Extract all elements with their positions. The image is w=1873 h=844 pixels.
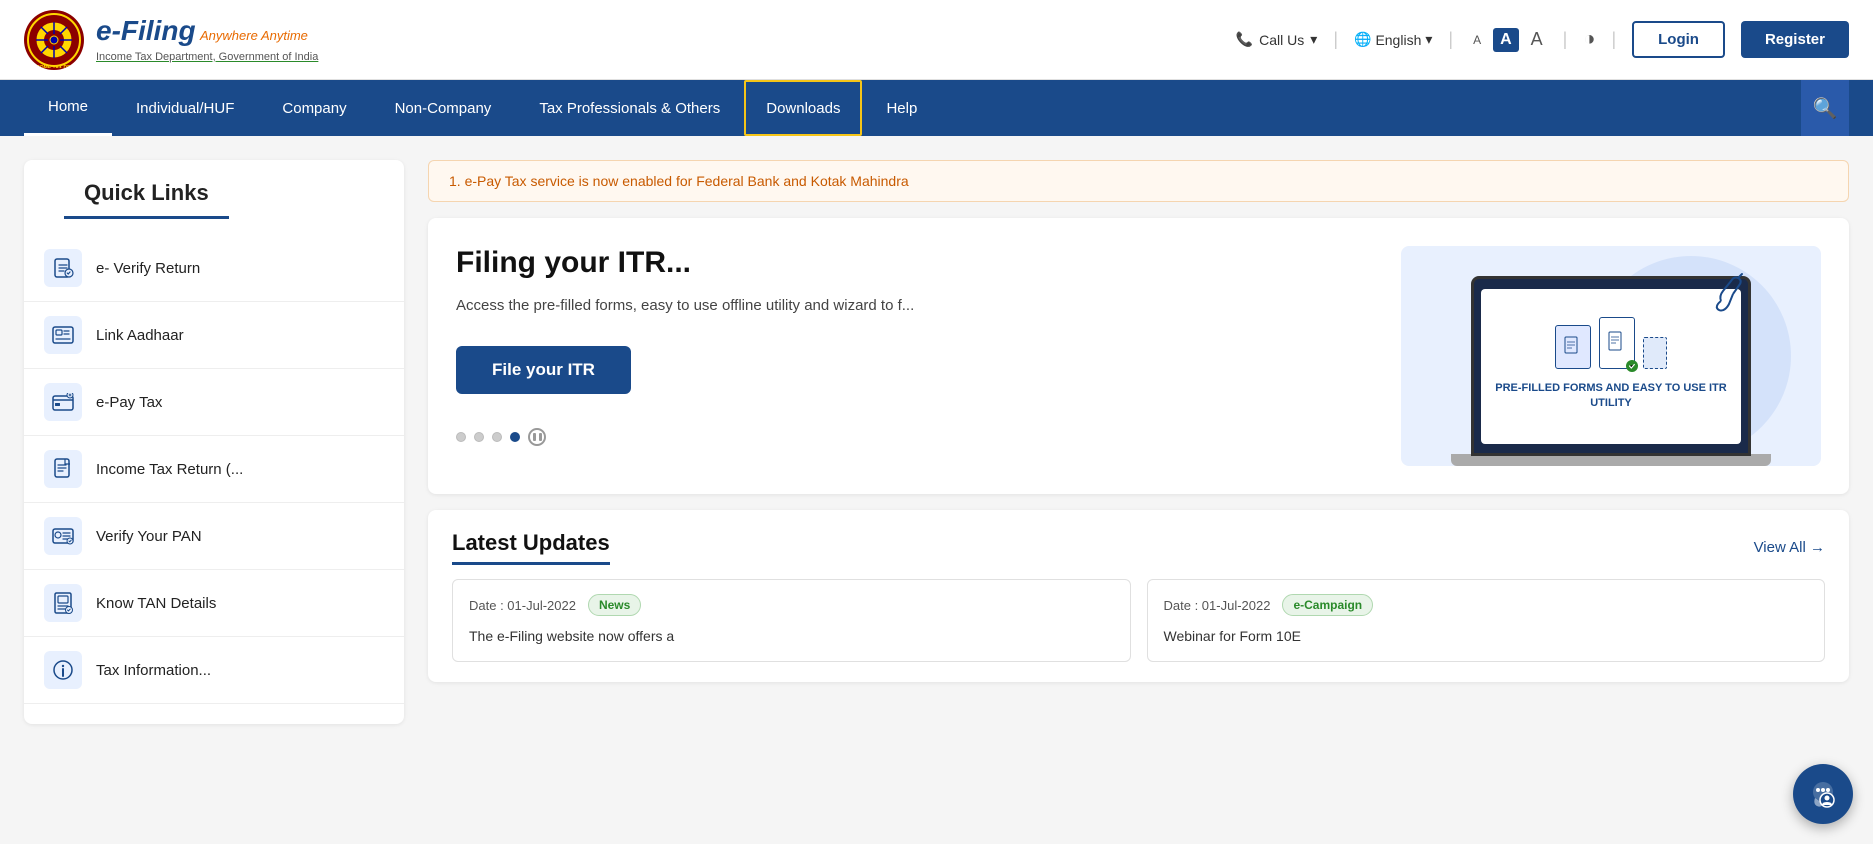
hero-title: Filing your ITR... [456, 246, 1381, 280]
alert-banner: 1. e-Pay Tax service is now enabled for … [428, 160, 1849, 202]
logo-efiling: e-Filing Anywhere Anytime Income Tax Dep… [96, 15, 318, 65]
header: INCOME TAX DEPT e-Filing Anywhere Anytim… [0, 0, 1873, 80]
quick-link-itr[interactable]: Income Tax Return (... [24, 436, 404, 503]
updates-cards: Date : 01-Jul-2022 News The e-Filing web… [452, 579, 1825, 662]
nav-item-downloads[interactable]: Downloads [744, 80, 862, 136]
update-card-2: Date : 01-Jul-2022 e-Campaign Webinar fo… [1147, 579, 1826, 662]
nav-item-tax-professionals[interactable]: Tax Professionals & Others [515, 80, 744, 136]
carousel-dot-4[interactable] [510, 432, 520, 442]
quick-link-label: Know TAN Details [96, 595, 216, 612]
main-content: Quick Links e- Verify Return [0, 136, 1873, 748]
phone-icon: 📞 [1236, 31, 1253, 48]
logo-subtitle: Income Tax Department, Government of Ind… [96, 51, 318, 63]
alert-text: 1. e-Pay Tax service is now enabled for … [449, 173, 909, 189]
update-badge-2: e-Campaign [1282, 594, 1373, 616]
nav-item-non-company[interactable]: Non-Company [371, 80, 516, 136]
hero-description: Access the pre-filled forms, easy to use… [456, 294, 1381, 318]
font-controls: A A A [1469, 27, 1547, 52]
update-date-1: Date : 01-Jul-2022 [469, 598, 576, 613]
epay-icon [44, 383, 82, 421]
nav-item-home[interactable]: Home [24, 80, 112, 136]
updates-section: Latest Updates View All → Date : 01-Jul-… [428, 510, 1849, 682]
quick-links-title: Quick Links [64, 180, 229, 219]
logo-text-area: e-Filing Anywhere Anytime Income Tax Dep… [96, 15, 318, 65]
quick-link-aadhaar[interactable]: Link Aadhaar [24, 302, 404, 369]
update-card-1-header: Date : 01-Jul-2022 News [469, 594, 1114, 616]
laptop-illustration: PRE-FILLED FORMS AND EASY TO USE ITR UTI… [1431, 246, 1791, 466]
update-badge-1: News [588, 594, 641, 616]
separator2: | [1448, 29, 1453, 50]
quick-link-label: e-Pay Tax [96, 394, 162, 411]
updates-title: Latest Updates [452, 530, 610, 565]
right-panel: 1. e-Pay Tax service is now enabled for … [428, 160, 1849, 724]
hero-image: PRE-FILLED FORMS AND EASY TO USE ITR UTI… [1401, 246, 1821, 466]
verify-return-icon [44, 249, 82, 287]
quick-link-verify-return[interactable]: e- Verify Return [24, 235, 404, 302]
nav-items: Home Individual/HUF Company Non-Company … [24, 80, 1801, 136]
screen-label: PRE-FILLED FORMS AND EASY TO USE ITR UTI… [1481, 377, 1741, 416]
quick-link-epay[interactable]: e-Pay Tax [24, 369, 404, 436]
quick-link-label: Verify Your PAN [96, 528, 202, 545]
carousel-pause-button[interactable] [528, 428, 546, 446]
update-text-1: The e-Filing website now offers a [469, 626, 1114, 647]
svg-text:INCOME TAX DEPT: INCOME TAX DEPT [31, 65, 77, 68]
view-all-button[interactable]: View All → [1754, 539, 1825, 556]
separator: | [1333, 29, 1338, 50]
chatbot-button[interactable] [1793, 764, 1853, 824]
nav-item-individual[interactable]: Individual/HUF [112, 80, 258, 136]
hero-text: Filing your ITR... Access the pre-filled… [456, 246, 1381, 466]
itr-icon [44, 450, 82, 488]
font-medium-button[interactable]: A [1493, 28, 1519, 52]
quick-link-pan[interactable]: Verify Your PAN [24, 503, 404, 570]
chevron-down-icon: ▾ [1425, 31, 1432, 48]
quick-link-label: Income Tax Return (... [96, 461, 243, 478]
search-icon: 🔍 [1813, 96, 1838, 121]
carousel-dot-1[interactable] [456, 432, 466, 442]
quick-link-label: Link Aadhaar [96, 327, 184, 344]
update-card-1: Date : 01-Jul-2022 News The e-Filing web… [452, 579, 1131, 662]
pan-icon [44, 517, 82, 555]
quick-link-label: Tax Information... [96, 662, 211, 679]
hero-section: Filing your ITR... Access the pre-filled… [428, 218, 1849, 494]
nav-item-company[interactable]: Company [258, 80, 370, 136]
call-us-button[interactable]: 📞 Call Us ▾ [1236, 31, 1318, 48]
update-date-2: Date : 01-Jul-2022 [1164, 598, 1271, 613]
header-right: 📞 Call Us ▾ | 🌐 English ▾ | A A A | ◑ | … [1236, 21, 1849, 58]
search-button[interactable]: 🔍 [1801, 80, 1849, 136]
quick-links-header: Quick Links [24, 180, 404, 235]
navbar: Home Individual/HUF Company Non-Company … [0, 80, 1873, 136]
file-itr-button[interactable]: File your ITR [456, 346, 631, 394]
logo-area: INCOME TAX DEPT e-Filing Anywhere Anytim… [24, 10, 318, 70]
quick-links-panel: Quick Links e- Verify Return [24, 160, 404, 724]
update-card-2-header: Date : 01-Jul-2022 e-Campaign [1164, 594, 1809, 616]
logo-emblem: INCOME TAX DEPT [24, 10, 84, 70]
register-button[interactable]: Register [1741, 21, 1849, 58]
carousel-dot-3[interactable] [492, 432, 502, 442]
aadhaar-icon [44, 316, 82, 354]
hand-icon [1701, 266, 1751, 321]
tax-info-icon [44, 651, 82, 689]
carousel-dot-2[interactable] [474, 432, 484, 442]
quick-link-tan[interactable]: Know TAN Details [24, 570, 404, 637]
updates-header: Latest Updates View All → [452, 530, 1825, 565]
quick-link-tax-info[interactable]: Tax Information... [24, 637, 404, 704]
login-button[interactable]: Login [1632, 21, 1725, 58]
tan-icon [44, 584, 82, 622]
separator3: | [1563, 29, 1568, 50]
font-decrease-button[interactable]: A [1469, 31, 1485, 49]
carousel-dots [456, 428, 1381, 446]
font-increase-button[interactable]: A [1527, 27, 1547, 52]
language-selector[interactable]: 🌐 English ▾ [1354, 31, 1432, 48]
update-text-2: Webinar for Form 10E [1164, 626, 1809, 647]
chevron-down-icon: ▾ [1310, 31, 1317, 48]
separator4: | [1611, 29, 1616, 50]
contrast-button[interactable]: ◑ [1583, 28, 1595, 51]
quick-link-label: e- Verify Return [96, 260, 200, 277]
nav-item-help[interactable]: Help [862, 80, 941, 136]
globe-icon: 🌐 [1354, 31, 1371, 48]
